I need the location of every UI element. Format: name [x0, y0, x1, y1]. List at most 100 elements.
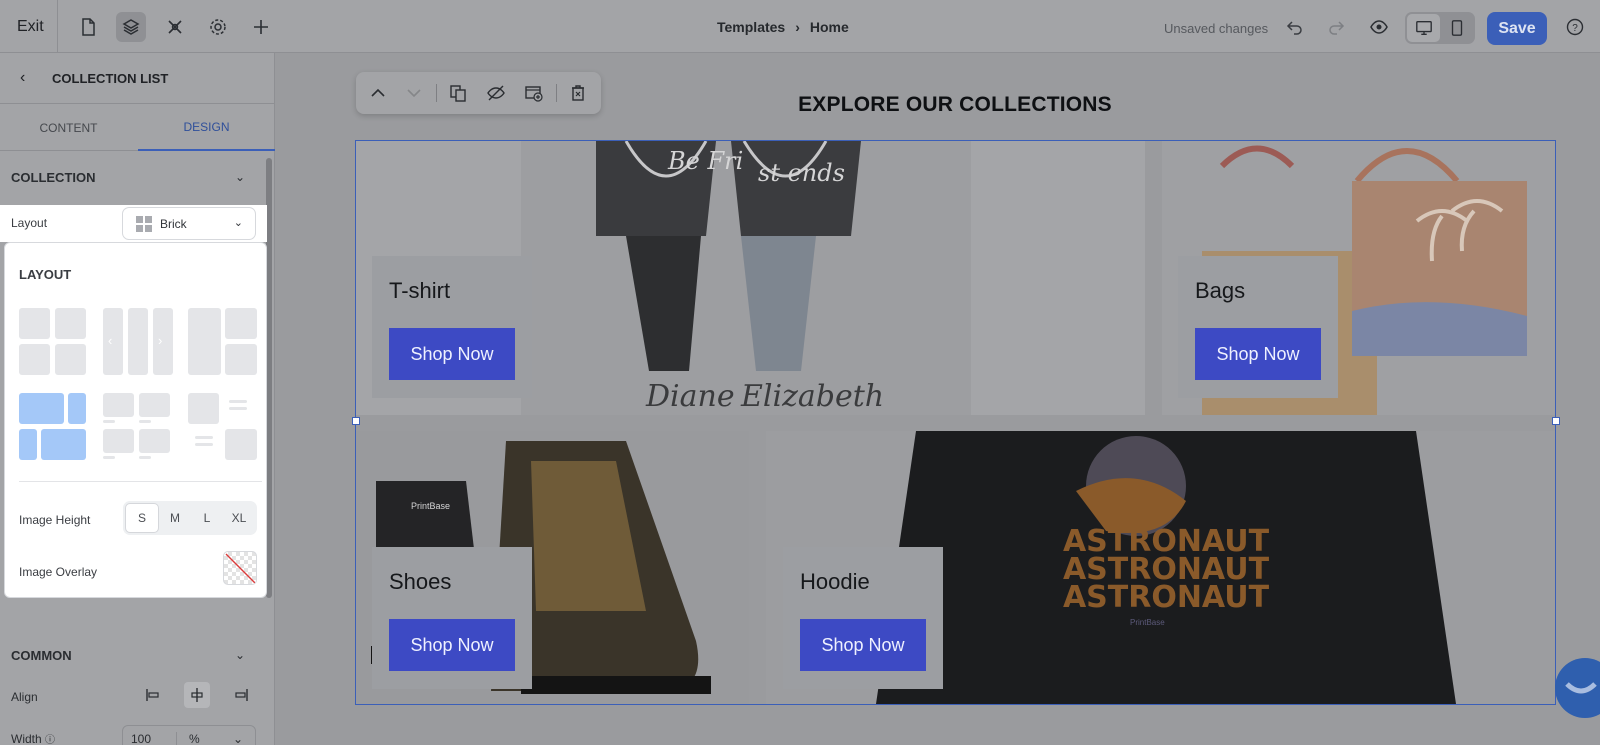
image-height-m[interactable]: M	[159, 503, 191, 533]
device-switcher	[1405, 12, 1475, 44]
align-center-icon[interactable]	[184, 682, 210, 708]
settings-icon[interactable]	[203, 12, 233, 42]
move-down-icon[interactable]	[402, 81, 426, 105]
back-chevron-icon[interactable]: ‹	[20, 69, 25, 87]
tshirt-name-left: Diane	[645, 379, 735, 414]
image-overlay-swatch[interactable]	[223, 551, 257, 585]
collection-title: Bags	[1195, 278, 1246, 303]
layers-icon[interactable]	[116, 12, 146, 42]
layout-tile	[128, 308, 148, 375]
chevron-down-icon: ⌄	[233, 217, 243, 229]
breadcrumb-home: Home	[809, 19, 849, 35]
add-icon[interactable]	[246, 12, 276, 42]
chat-bubble-icon[interactable]	[1555, 658, 1600, 718]
delete-icon[interactable]	[566, 81, 590, 105]
image-height-xl[interactable]: XL	[223, 503, 255, 533]
layout-tile	[19, 344, 50, 375]
unsaved-status: Unsaved changes	[1164, 21, 1269, 36]
collection-card-tshirt: T-shirt Shop Now	[372, 256, 532, 398]
shop-now-button[interactable]: Shop Now	[1195, 328, 1321, 380]
collection-title: Shoes	[389, 569, 452, 594]
hoodie-print-line: ASTRONAUT	[1063, 580, 1270, 615]
toolbar-divider	[556, 84, 557, 102]
shoe-brand-logo: PrintBase	[411, 501, 450, 511]
align-left-icon[interactable]	[140, 682, 166, 708]
toolbar-divider	[57, 0, 58, 53]
redo-icon[interactable]	[1321, 12, 1351, 42]
layout-tile	[225, 308, 257, 339]
layout-tile	[103, 429, 134, 453]
image-height-s[interactable]: S	[125, 503, 159, 533]
image-height-l[interactable]: L	[191, 503, 223, 533]
save-button[interactable]: Save	[1487, 12, 1547, 45]
align-right-icon[interactable]	[228, 682, 254, 708]
layout-tile	[19, 393, 64, 424]
block-toolbar	[356, 72, 601, 114]
tshirt-name-right: Elizabeth	[740, 379, 884, 414]
width-input[interactable]: 100 % ⌄	[122, 725, 256, 745]
layout-popup: LAYOUT ‹ › Image Height S M L XL Image O…	[4, 242, 267, 598]
width-label-text: Width	[11, 732, 42, 745]
common-section-header[interactable]: COMMON	[11, 648, 72, 663]
collection-card-shoes: Shoes Shop Now	[372, 547, 532, 689]
hide-eye-icon[interactable]	[484, 81, 508, 105]
chevron-down-icon[interactable]: ⌄	[235, 648, 245, 662]
layout-tile	[153, 308, 173, 375]
tshirt-print-text-right: st ends	[758, 159, 845, 187]
chevron-right-icon: ›	[795, 19, 800, 35]
chevron-left-icon: ‹	[108, 333, 113, 348]
layout-tile	[139, 429, 170, 453]
layout-tile	[188, 308, 221, 375]
chevron-down-icon: ⌄	[232, 732, 243, 745]
caption-line	[103, 420, 115, 423]
caption-line	[195, 443, 213, 446]
tab-content[interactable]: CONTENT	[0, 105, 137, 151]
help-icon[interactable]: ?	[1560, 12, 1590, 42]
chevron-down-icon[interactable]: ⌄	[235, 170, 245, 184]
top-bar: Exit Templates › Home Unsaved changes Sa…	[0, 0, 1600, 53]
caption-line	[229, 400, 247, 403]
layout-tile	[103, 393, 134, 417]
layout-select[interactable]: Brick ⌄	[122, 207, 256, 240]
panel-header: ‹ COLLECTION LIST	[0, 53, 275, 104]
image-overlay-label: Image Overlay	[19, 565, 98, 579]
image-height-label: Image Height	[19, 513, 91, 527]
width-unit[interactable]: %	[177, 732, 200, 745]
breadcrumb-templates[interactable]: Templates	[717, 19, 785, 35]
section-heading: EXPLORE OUR COLLECTIONS	[798, 93, 1112, 116]
shop-now-button[interactable]: Shop Now	[800, 619, 926, 671]
preview-eye-icon[interactable]	[1364, 12, 1394, 42]
resize-handle[interactable]	[1552, 417, 1560, 425]
breadcrumb: Templates › Home	[717, 19, 849, 35]
no-color-icon	[225, 553, 256, 584]
tab-design[interactable]: DESIGN	[138, 105, 275, 151]
duplicate-icon[interactable]	[446, 81, 470, 105]
collection-title: T-shirt	[389, 278, 451, 303]
undo-icon[interactable]	[1280, 12, 1310, 42]
layout-row: Layout Brick ⌄	[0, 205, 267, 242]
layout-tile	[41, 429, 86, 460]
tools-icon[interactable]	[160, 12, 190, 42]
desktop-view-icon[interactable]	[1407, 14, 1440, 42]
resize-handle[interactable]	[352, 417, 360, 425]
layout-select-value: Brick	[160, 216, 187, 231]
shop-now-button[interactable]: Shop Now	[389, 328, 515, 380]
move-up-icon[interactable]	[366, 81, 390, 105]
hoodie-brand-logo: PrintBase	[1130, 618, 1165, 627]
caption-line	[229, 407, 247, 410]
layout-tile	[103, 308, 123, 375]
exit-button[interactable]: Exit	[17, 18, 44, 36]
divider	[19, 481, 262, 482]
mobile-view-icon[interactable]	[1440, 14, 1473, 42]
shop-now-button[interactable]: Shop Now	[389, 619, 515, 671]
width-value[interactable]: 100	[123, 732, 177, 745]
layout-tile	[19, 429, 37, 460]
layout-tile	[188, 393, 219, 424]
image-height-selector: S M L XL	[123, 501, 257, 535]
collection-section-header[interactable]: COLLECTION	[11, 170, 96, 185]
collection-card-bags: Bags Shop Now	[1178, 256, 1338, 398]
page-icon[interactable]	[73, 12, 103, 42]
chevron-right-icon: ›	[158, 333, 163, 348]
add-block-icon[interactable]	[522, 81, 546, 105]
svg-text:?: ?	[1572, 23, 1578, 34]
